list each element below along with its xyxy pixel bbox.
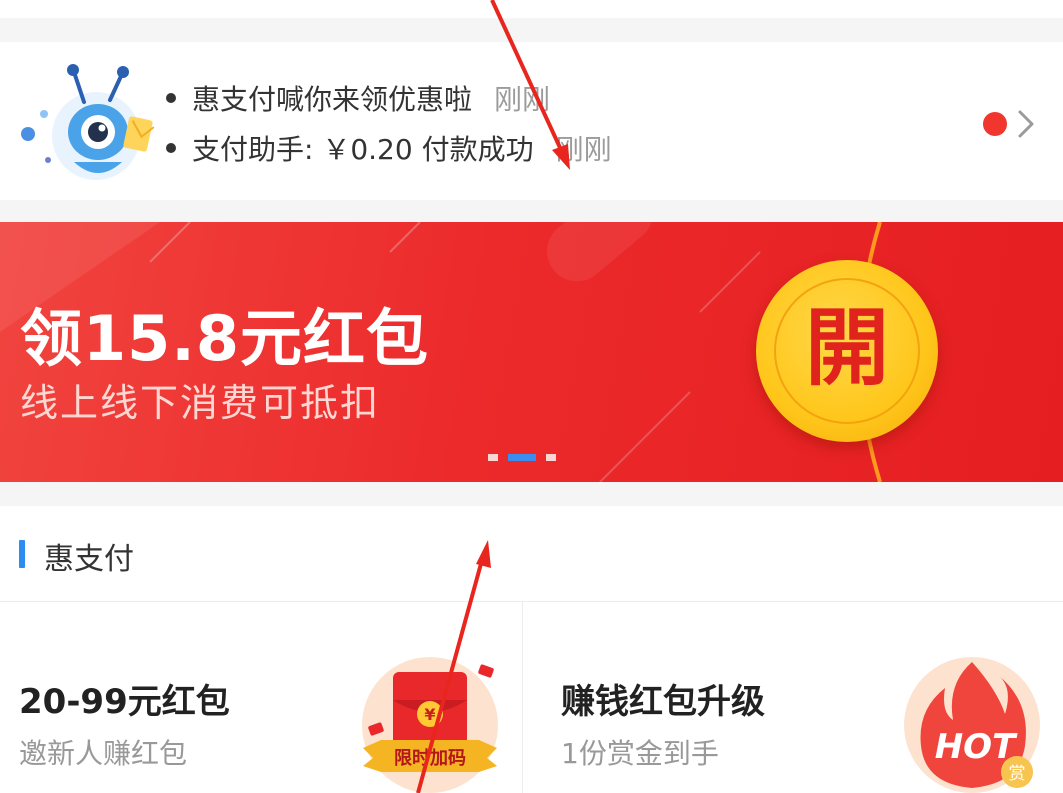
red-envelope-banner[interactable]: 领15.8元红包 线上线下消费可抵扣 開: [0, 222, 1063, 482]
bullet-icon: [166, 93, 176, 103]
top-card-edge: [0, 0, 1063, 18]
banner-subtitle: 线上线下消费可抵扣: [20, 381, 381, 425]
banner-title: 领15.8元红包: [20, 302, 429, 375]
ant-mascot-icon: [21, 64, 155, 180]
spacer: [0, 482, 1063, 506]
spacer: [0, 18, 1063, 42]
notice-time: 刚刚: [555, 133, 612, 166]
svg-text:限时加码: 限时加码: [394, 748, 466, 769]
hot-flame-icon: HOT 赏: [904, 657, 1040, 793]
promo-subtitle: 1份赏金到手: [561, 737, 719, 770]
carousel-dot-active[interactable]: [508, 454, 536, 461]
carousel-dot[interactable]: [546, 454, 556, 461]
notice-item[interactable]: 惠支付喊你来领优惠啦 刚刚: [166, 78, 550, 118]
open-label: 開: [804, 299, 889, 397]
svg-text:赏: 赏: [1009, 764, 1026, 784]
chevron-right-icon[interactable]: [1012, 106, 1042, 142]
svg-text:¥: ¥: [424, 705, 435, 724]
notice-time: 刚刚: [494, 83, 551, 116]
promo-card-upgrade[interactable]: 赚钱红包升级 1份赏金到手 HOT 赏: [523, 602, 1063, 793]
carousel-dot[interactable]: [488, 454, 498, 461]
section-title: 惠支付: [44, 542, 134, 577]
promo-title: 赚钱红包升级: [561, 682, 765, 722]
notice-text: 支付助手: ￥0.20 付款成功: [192, 133, 534, 166]
unread-dot: [983, 112, 1007, 136]
promo-title: 20-99元红包: [19, 682, 230, 722]
message-notice-card[interactable]: 惠支付喊你来领优惠啦 刚刚 支付助手: ￥0.20 付款成功 刚刚: [0, 42, 1063, 200]
open-envelope-button[interactable]: 開: [756, 260, 938, 442]
bullet-icon: [166, 143, 176, 153]
red-envelope-icon: ¥ 限时加码: [362, 657, 498, 793]
promo-subtitle: 邀新人赚红包: [19, 737, 188, 770]
notice-text: 惠支付喊你来领优惠啦: [192, 83, 473, 116]
notice-item[interactable]: 支付助手: ￥0.20 付款成功 刚刚: [166, 128, 612, 168]
promo-card-invite[interactable]: 20-99元红包 邀新人赚红包 ¥ 限时加码: [0, 602, 522, 793]
section-accent-bar: [19, 540, 25, 568]
hui-pay-section: 惠支付 20-99元红包 邀新人赚红包 ¥ 限时加码 赚钱红包升级 1份赏金到手…: [0, 506, 1063, 793]
